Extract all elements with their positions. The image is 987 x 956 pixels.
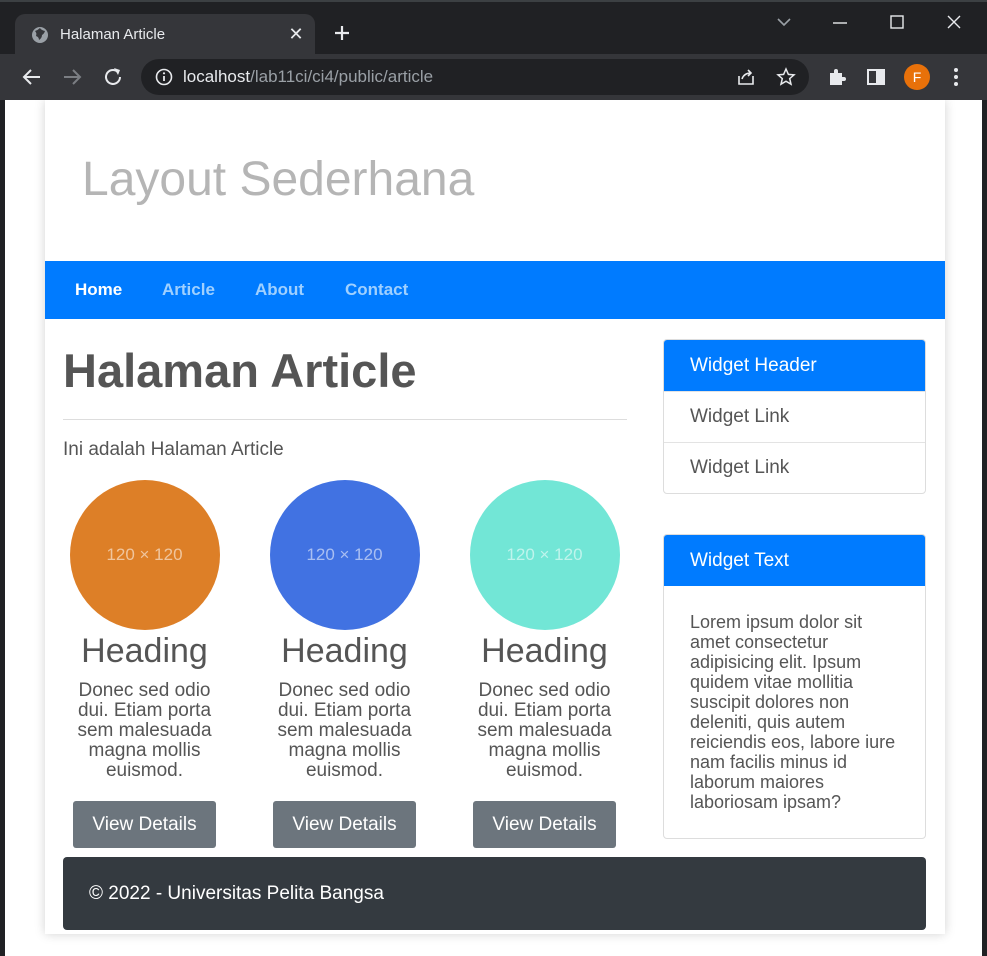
address-bar[interactable]: localhost/lab11ci/ci4/public/article <box>141 59 809 95</box>
view-details-button[interactable]: View Details <box>73 801 216 848</box>
placeholder-size-label: 120 × 120 <box>506 545 583 564</box>
bookmark-star-icon[interactable] <box>776 67 796 87</box>
main-navbar: Home Article About Contact <box>45 261 945 319</box>
placeholder-size-label: 120 × 120 <box>106 545 183 564</box>
feature-card: 120 × 120 Heading Donec sed odio dui. Et… <box>263 480 426 848</box>
close-window-icon[interactable] <box>940 10 968 36</box>
card-text: Donec sed odio dui. Etiam porta sem male… <box>477 680 612 781</box>
url-host: localhost <box>183 67 251 86</box>
globe-icon <box>32 27 48 43</box>
widget-link[interactable]: Widget Link <box>664 442 925 493</box>
share-icon[interactable] <box>736 67 756 87</box>
page-heading: Halaman Article <box>63 344 417 397</box>
more-menu-icon[interactable] <box>945 66 967 88</box>
tab-title: Halaman Article <box>60 26 166 43</box>
profile-avatar[interactable]: F <box>904 64 930 90</box>
widget-text: Widget Text Lorem ipsum dolor sit amet c… <box>663 534 926 839</box>
card-text: Donec sed odio dui. Etiam porta sem male… <box>277 680 412 781</box>
extensions-puzzle-icon[interactable] <box>826 66 848 88</box>
divider <box>63 419 627 420</box>
nav-home-link[interactable]: Home <box>75 280 122 300</box>
nav-about-link[interactable]: About <box>255 280 304 300</box>
widget-header: Widget Header <box>664 340 925 391</box>
minimize-icon[interactable] <box>826 10 854 36</box>
back-arrow-icon[interactable] <box>21 66 43 88</box>
site-header: Layout Sederhana <box>45 100 945 261</box>
forward-arrow-icon[interactable] <box>61 66 83 88</box>
widget-links: Widget Header Widget Link Widget Link <box>663 339 926 494</box>
placeholder-image: 120 × 120 <box>69 480 220 630</box>
url-text: localhost/lab11ci/ci4/public/article <box>183 67 433 87</box>
tab-search-chevron-icon[interactable] <box>770 10 798 36</box>
nav-article-link[interactable]: Article <box>162 280 215 300</box>
card-text: Donec sed odio dui. Etiam porta sem male… <box>77 680 212 781</box>
placeholder-image: 120 × 120 <box>269 480 420 630</box>
nav-contact-link[interactable]: Contact <box>345 280 408 300</box>
maximize-icon[interactable] <box>883 10 911 36</box>
intro-text: Ini adalah Halaman Article <box>63 439 284 460</box>
feature-card: 120 × 120 Heading Donec sed odio dui. Et… <box>63 480 226 848</box>
site-footer: © 2022 - Universitas Pelita Bangsa <box>63 857 926 930</box>
site-info-icon[interactable] <box>155 68 173 86</box>
site-title: Layout Sederhana <box>82 153 475 206</box>
browser-tab-bar: Halaman Article ✕ <box>0 0 987 56</box>
new-tab-icon[interactable] <box>330 21 354 45</box>
placeholder-image: 120 × 120 <box>469 480 620 630</box>
view-details-button[interactable]: View Details <box>473 801 616 848</box>
footer-copyright: © 2022 - Universitas Pelita Bangsa <box>89 883 384 904</box>
widget-text-body: Lorem ipsum dolor sit amet consectetur a… <box>690 612 896 812</box>
placeholder-size-label: 120 × 120 <box>306 545 383 564</box>
card-heading: Heading <box>481 632 608 670</box>
reload-icon[interactable] <box>102 66 124 88</box>
browser-tab[interactable]: Halaman Article ✕ <box>15 14 315 56</box>
widget-text-header: Widget Text <box>664 535 925 586</box>
browser-toolbar: localhost/lab11ci/ci4/public/article F <box>0 54 987 100</box>
side-panel-icon[interactable] <box>865 66 887 88</box>
card-heading: Heading <box>81 632 208 670</box>
page-viewport: Layout Sederhana Home Article About Cont… <box>5 100 982 956</box>
url-path: /lab11ci/ci4/public/article <box>250 67 434 86</box>
widget-link[interactable]: Widget Link <box>664 391 925 442</box>
tab-close-icon[interactable]: ✕ <box>285 23 307 45</box>
card-heading: Heading <box>281 632 408 670</box>
feature-card: 120 × 120 Heading Donec sed odio dui. Et… <box>463 480 626 848</box>
page-container: Layout Sederhana Home Article About Cont… <box>45 100 945 934</box>
view-details-button[interactable]: View Details <box>273 801 416 848</box>
